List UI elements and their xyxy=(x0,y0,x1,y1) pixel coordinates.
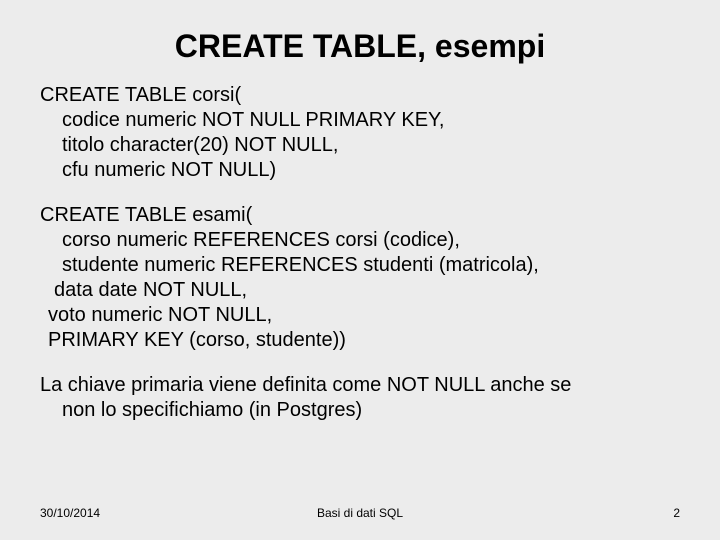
code-block-corsi: CREATE TABLE corsi( codice numeric NOT N… xyxy=(40,83,690,183)
code-line: PRIMARY KEY (corso, studente)) xyxy=(40,328,690,353)
footer-page-number: 2 xyxy=(673,506,680,520)
code-line: titolo character(20) NOT NULL, xyxy=(40,133,690,158)
code-line: CREATE TABLE esami( xyxy=(40,203,690,228)
code-line: corso numeric REFERENCES corsi (codice), xyxy=(40,228,690,253)
footer-center: Basi di dati SQL xyxy=(0,506,720,520)
code-block-esami: CREATE TABLE esami( corso numeric REFERE… xyxy=(40,203,690,353)
code-line: voto numeric NOT NULL, xyxy=(40,303,690,328)
note-line: non lo specifichiamo (in Postgres) xyxy=(40,398,690,423)
note-text: La chiave primaria viene definita come N… xyxy=(40,373,690,423)
note-line: La chiave primaria viene definita come N… xyxy=(40,373,690,398)
slide-body: CREATE TABLE corsi( codice numeric NOT N… xyxy=(0,83,720,423)
slide-title: CREATE TABLE, esempi xyxy=(0,0,720,83)
code-line: cfu numeric NOT NULL) xyxy=(40,158,690,183)
code-line: studente numeric REFERENCES studenti (ma… xyxy=(40,253,690,278)
code-line: codice numeric NOT NULL PRIMARY KEY, xyxy=(40,108,690,133)
code-line: CREATE TABLE corsi( xyxy=(40,83,690,108)
slide: CREATE TABLE, esempi CREATE TABLE corsi(… xyxy=(0,0,720,540)
code-line: data date NOT NULL, xyxy=(40,278,690,303)
